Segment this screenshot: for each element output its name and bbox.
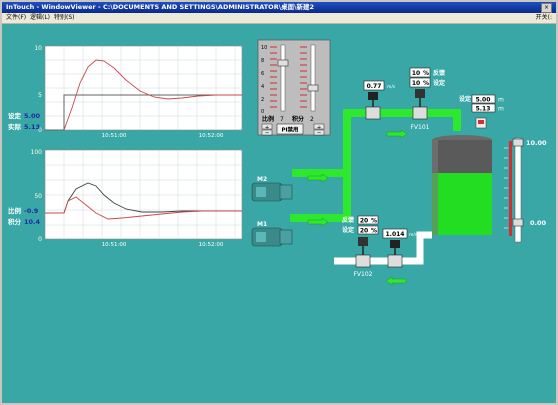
pi-scale-2: 2 [261,97,264,103]
pump-m1[interactable]: M1 [251,221,293,247]
p-slider-track[interactable] [280,44,286,112]
level-bar: 10.00 0.00 [504,137,547,243]
fv102-sp-label: 设定 [342,226,354,234]
pi-scale-4: 4 [261,84,264,90]
fv101-sp-unit: % [423,80,429,87]
integral-value: 10.4 [24,218,41,226]
outlet-pipe [334,231,432,265]
level-sp-value: 5.00 [476,97,491,104]
window-title: InTouch - WindowViewer - C:\DOCUMENTS AN… [6,3,314,11]
intouch-window: InTouch - WindowViewer - C:\DOCUMENTS AN… [0,0,558,405]
p-minus-label: − [265,131,270,137]
level-bar-bottom: 0.00 [530,219,547,227]
title-bar[interactable]: InTouch - WindowViewer - C:\DOCUMENTS AN… [2,2,556,13]
actual-value: 5.13 [24,123,40,131]
pump-m2-label: M2 [257,176,267,183]
process-canvas: 10 5 0 10:51:00 10:52:00 设定 5.00 实际 5.13 [8,39,547,286]
close-button[interactable]: × [541,3,552,13]
pi-i-value: 2 [310,116,314,123]
trend1-ytick-5: 5 [38,92,42,99]
i-slider-track[interactable] [310,44,316,112]
flow-bottom-value: 1.014 [386,231,405,238]
fv101-fb-label: 反馈 [433,69,445,77]
fv101-fb-unit: % [423,70,429,77]
trend-chart-pi: 100 50 0 10:51:00 10:52:00 [31,149,243,248]
flow-top-value: 0.77 [367,83,382,90]
level-low-slider[interactable] [512,218,524,227]
fv102-sp-value: 20 [360,228,368,235]
level-bar-top: 10.00 [526,139,547,147]
fv102-fb-value: 20 [360,218,368,225]
menu-special[interactable]: 特别(S) [54,13,75,23]
trend1-xtick-1: 10:51:00 [102,133,127,139]
flow-top-unit: m/s [387,84,396,90]
pi-scale-0: 0 [261,109,264,115]
pi-tuning-panel: 10 8 6 4 2 0 比例 7 积分 2 + − PI禁用 + − [257,39,331,137]
pi-p-value: 7 [280,116,284,123]
p-slider-thumb[interactable] [277,59,289,67]
i-minus-label: − [317,131,322,137]
pi-scale-10: 10 [261,45,267,51]
valve-fv102[interactable]: 反馈 设定 20 % 20 % FV102 [342,215,379,278]
menu-file[interactable]: 文件(F) [6,13,26,23]
i-slider-thumb[interactable] [307,84,319,92]
pi-scale-8: 8 [261,58,264,64]
setpoint-value: 5.00 [24,112,41,120]
fv101-fb-value: 10 [412,70,420,77]
level-pv-unit: m [498,106,504,113]
fv101-sp-label: 设定 [433,79,445,87]
fv102-fb-label: 反馈 [342,216,354,224]
flow-bottom-unit: m/s [409,232,418,238]
tank-water-level [432,173,492,235]
trend2-xtick-2: 10:52:00 [199,242,224,248]
pi-scale-6: 6 [261,71,264,77]
level-display: 设定 5.00 m 5.13 m [459,94,504,129]
fv101-name: FV101 [410,124,429,131]
water-tank [432,135,492,235]
fv101-sp-value: 10 [412,80,420,87]
level-sp-label: 设定 [459,95,471,103]
pi-p-label: 比例 [262,115,274,123]
level-high-slider[interactable] [512,138,524,147]
fv102-fb-unit: % [371,218,377,225]
level-sp-unit: m [498,97,504,104]
integral-label: 积分 [8,217,22,226]
fv102-sp-unit: % [371,228,377,235]
trend-chart-setpoint: 10 5 0 10:51:00 10:52:00 [34,45,243,139]
pump-m1-label: M1 [257,221,267,228]
actual-label: 实际 [8,122,22,131]
setpoint-label: 设定 [8,111,22,120]
menu-logic[interactable]: 逻辑(L) [30,13,50,23]
pi-i-label: 积分 [292,115,304,123]
pi-disable-label: PI禁用 [281,126,298,134]
trend2-xtick-1: 10:51:00 [102,242,127,248]
valve-fv101[interactable]: 10 % 10 % 反馈 设定 FV101 [409,67,445,131]
trend2-ytick-0: 0 [38,236,42,243]
trend1-ytick-10: 10 [34,45,42,52]
trend2-ytick-50: 50 [34,193,42,200]
pump-m2[interactable]: M2 [251,176,293,202]
trend1-xtick-2: 10:52:00 [199,133,224,139]
proportional-value: -0.9 [24,207,39,215]
menu-switch[interactable]: 开关(: [536,13,552,23]
proportional-label: 比例 [8,206,22,215]
level-pv-value: 5.13 [476,106,491,113]
trend2-ytick-100: 100 [31,149,43,156]
fv102-name: FV102 [353,271,372,278]
